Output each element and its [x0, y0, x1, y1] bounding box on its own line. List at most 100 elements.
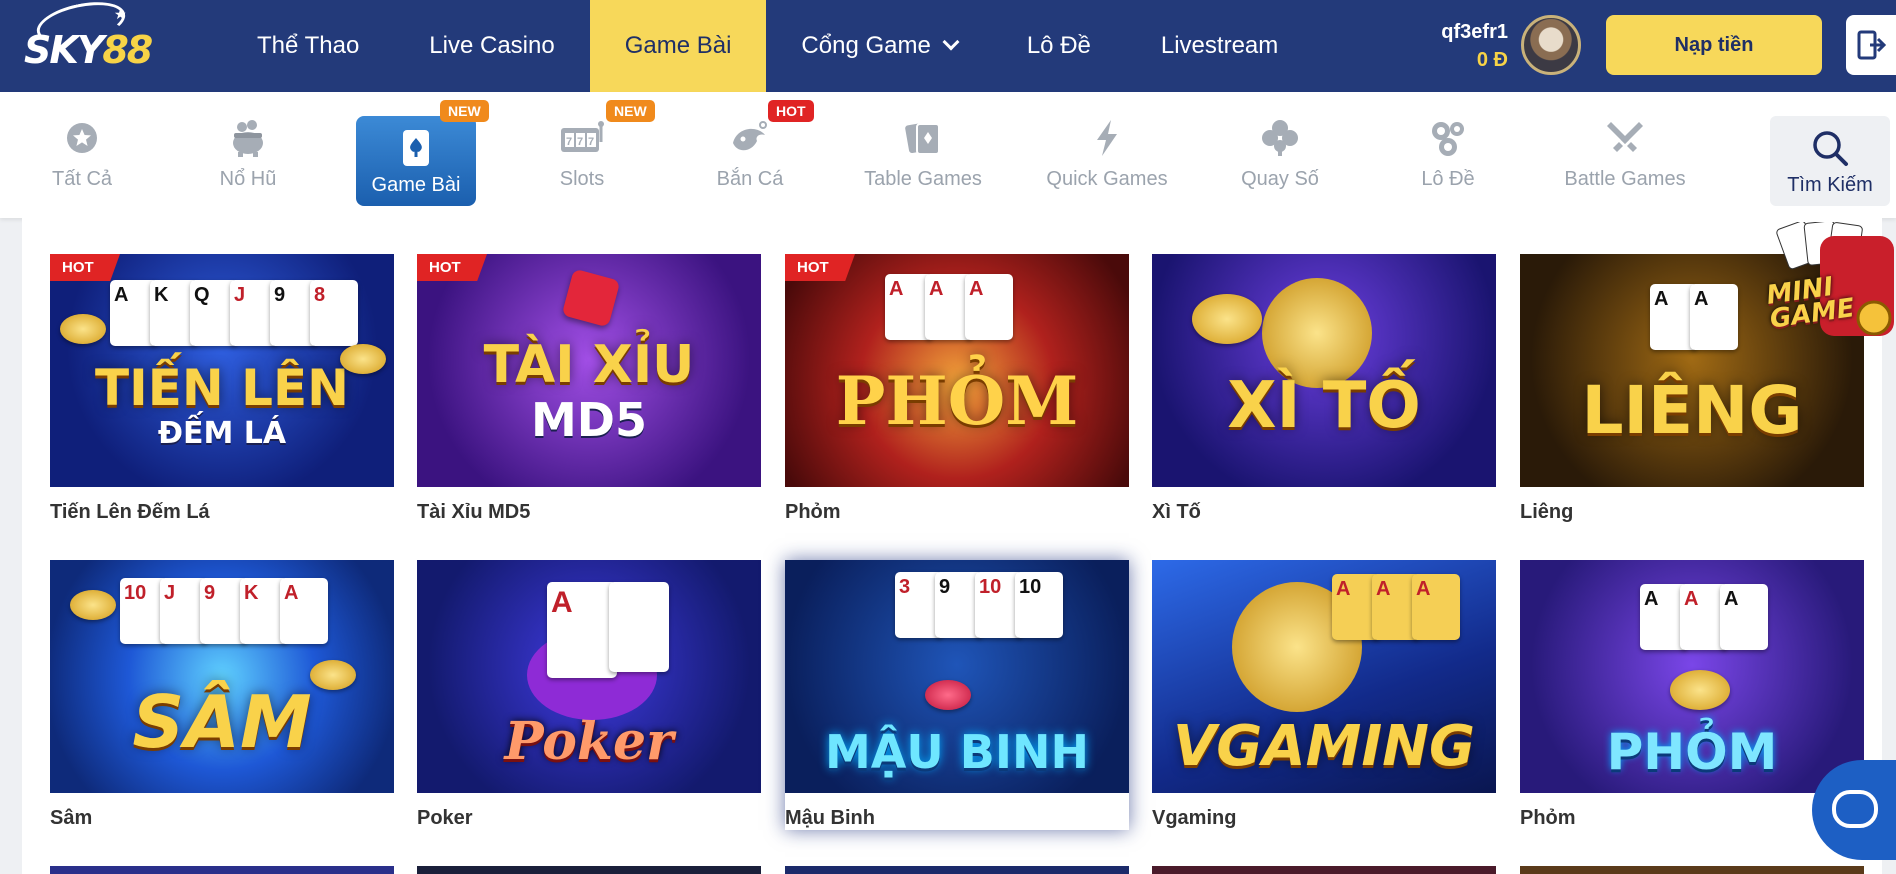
chat-bubble-icon: [1832, 790, 1878, 828]
chip-decoration: [925, 680, 971, 710]
game-card-partial[interactable]: [50, 866, 394, 874]
mini-game-widget[interactable]: MINI GAME: [1762, 220, 1896, 352]
logout-icon: [1857, 30, 1886, 60]
coin-decoration: [1192, 294, 1262, 344]
user-info[interactable]: qf3efr1 0 Đ: [1441, 18, 1508, 74]
game-card-partial[interactable]: [1152, 866, 1496, 874]
category-label: Bắn Cá: [716, 168, 784, 190]
game-art-title: TIẾN LÊN ĐẾM LÁ: [95, 358, 349, 451]
category-label: Tìm Kiếm: [1787, 173, 1873, 196]
top-navbar: ★ SKY88 Thể Thao Live Casino Game Bài Cổ…: [0, 0, 1896, 92]
game-card-vgaming[interactable]: AAA VGAMING Vgaming: [1152, 560, 1496, 830]
main-nav: Thể Thao Live Casino Game Bài Cổng Game …: [222, 0, 1313, 92]
new-badge: NEW: [606, 100, 655, 122]
game-card-partial[interactable]: [785, 866, 1129, 874]
playing-cards-decoration: AAA: [1640, 584, 1768, 650]
logo-star-icon: ★: [114, 6, 127, 22]
playing-cards-decoration: AA: [1650, 284, 1738, 350]
category-search[interactable]: Tìm Kiếm: [1770, 116, 1890, 206]
game-art-title: PHỎM: [1606, 722, 1778, 781]
category-ban-ca[interactable]: HOT Bắn Cá: [690, 100, 814, 206]
game-thumbnail: 10 J 9 K A SÂM: [50, 560, 394, 793]
coin-decoration: [310, 660, 356, 690]
mini-game-label: MINI GAME: [1764, 271, 1857, 335]
svg-text:7: 7: [577, 136, 583, 148]
category-label: Battle Games: [1564, 168, 1686, 190]
playing-cards-decoration: AAA: [885, 274, 1013, 340]
lottery-balls-icon: [1432, 122, 1464, 156]
game-grid: AKQJ98 TIẾN LÊN ĐẾM LÁ HOT Tiến Lên Đếm L…: [22, 218, 1882, 874]
category-label: Slots: [559, 168, 605, 190]
playing-cards-decoration: AKQJ98: [110, 280, 358, 346]
game-thumbnail: XÌ TỐ: [1152, 254, 1496, 487]
category-label: Lô Đề: [1421, 168, 1475, 190]
deposit-button[interactable]: Nạp tiền: [1606, 15, 1822, 75]
game-card-partial[interactable]: [1520, 866, 1864, 874]
fish-icon: [733, 121, 767, 151]
nav-item-the-thao[interactable]: Thể Thao: [222, 0, 394, 92]
game-art-title: MẬU BINH: [825, 724, 1089, 779]
game-card-tien-len-dem-la[interactable]: AKQJ98 TIẾN LÊN ĐẾM LÁ HOT Tiến Lên Đếm L…: [50, 254, 394, 524]
category-label: Table Games: [864, 168, 982, 190]
category-label: Quick Games: [1046, 168, 1168, 190]
nav-item-live-casino[interactable]: Live Casino: [394, 0, 589, 92]
game-card-phom-2[interactable]: AAA PHỎM Phỏm: [1520, 560, 1864, 830]
game-card-poker[interactable]: A Poker Poker: [417, 560, 761, 830]
game-art-title: TÀI XỈU MD5: [483, 334, 695, 447]
hot-badge: HOT: [768, 100, 814, 122]
category-table-games[interactable]: Table Games: [856, 116, 990, 206]
category-quick-games[interactable]: Quick Games: [1040, 116, 1174, 206]
category-battle-games[interactable]: Battle Games: [1558, 116, 1692, 206]
category-lo-de[interactable]: Lô Đề: [1388, 116, 1508, 206]
game-thumbnail: AKQJ98 TIẾN LÊN ĐẾM LÁ HOT: [50, 254, 394, 487]
lightning-icon: [1097, 120, 1117, 156]
game-thumbnail: AAA PHỎM: [1520, 560, 1864, 793]
crossed-swords-icon: [1607, 122, 1643, 152]
game-thumbnail: AAA PHỎM HOT: [785, 254, 1129, 487]
nav-item-game-bai[interactable]: Game Bài: [589, 0, 767, 92]
card-icon: [403, 129, 429, 166]
category-no-hu[interactable]: Nổ Hũ: [188, 116, 308, 206]
category-label: Nổ Hũ: [219, 168, 277, 190]
game-card-sam[interactable]: 10 J 9 K A SÂM Sâm: [50, 560, 394, 830]
nav-item-cong-game[interactable]: Cổng Game: [766, 0, 991, 92]
svg-text:7: 7: [588, 136, 594, 148]
nav-item-lo-de[interactable]: Lô Đề: [992, 0, 1126, 92]
game-title: Tài Xỉu MD5: [417, 501, 531, 523]
category-label: Tất Cả: [51, 168, 113, 190]
game-title: Mậu Binh: [785, 807, 875, 829]
game-card-xi-to[interactable]: XÌ TỐ Xì Tố: [1152, 254, 1496, 524]
sky88-logo[interactable]: ★ SKY88: [18, 0, 153, 92]
game-art-title: VGAMING: [1172, 713, 1476, 779]
category-tat-ca[interactable]: Tất Cả: [22, 116, 142, 206]
username: qf3efr1: [1441, 21, 1508, 43]
user-balance: 0 Đ: [1476, 49, 1508, 71]
category-slots[interactable]: NEW 777 Slots: [522, 100, 655, 206]
playing-cards-decoration: A: [547, 582, 669, 678]
game-art-title: PHỎM: [835, 361, 1079, 440]
slot-machine-icon: 777: [561, 121, 604, 152]
avatar[interactable]: [1521, 15, 1581, 75]
hot-tag: HOT: [50, 254, 120, 281]
hot-tag: HOT: [417, 254, 487, 281]
game-title: Liêng: [1520, 501, 1574, 523]
pot-icon: [233, 120, 263, 157]
game-card-mau-binh[interactable]: 3 9 10 10 MẬU BINH Mậu Binh: [785, 560, 1129, 830]
playing-cards-decoration: 3 9 10 10: [895, 572, 1063, 638]
logout-button[interactable]: [1846, 15, 1896, 75]
game-card-partial[interactable]: [417, 866, 761, 874]
table-cards-icon: [905, 122, 940, 155]
game-card-tai-xiu-md5[interactable]: TÀI XỈU MD5 HOT Tài Xỉu MD5: [417, 254, 761, 524]
game-art-title: SÂM: [132, 679, 312, 764]
game-title: Phỏm: [785, 501, 841, 523]
game-card-phom[interactable]: AAA PHỎM HOT Phỏm: [785, 254, 1129, 524]
category-label: Quay Số: [1241, 168, 1319, 190]
chevron-down-icon: [942, 33, 960, 51]
nav-item-livestream[interactable]: Livestream: [1126, 0, 1313, 92]
category-game-bai[interactable]: NEW Game Bài: [356, 100, 489, 206]
coin-decoration: [70, 590, 116, 620]
category-quay-so[interactable]: Quay Số: [1220, 116, 1340, 206]
game-art-title: LIÊNG: [1581, 371, 1803, 449]
star-icon: [67, 123, 97, 153]
dice-decoration: [561, 268, 621, 328]
